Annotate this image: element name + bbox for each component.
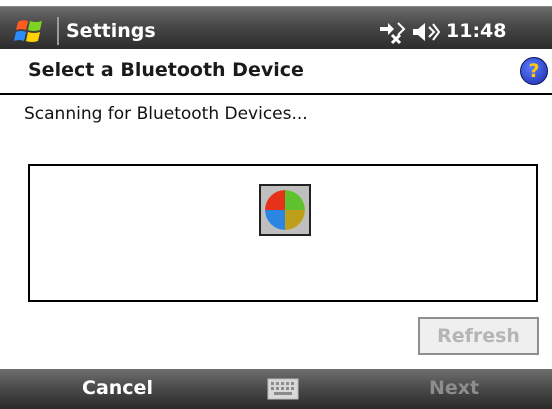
title-separator (57, 17, 59, 45)
device-list[interactable] (28, 164, 538, 302)
clock[interactable]: 11:48 (446, 17, 506, 45)
help-icon[interactable]: ? (520, 57, 548, 85)
page-header: Select a Bluetooth Device ? (0, 49, 552, 95)
page-title: Select a Bluetooth Device (28, 59, 304, 81)
app-title: Settings (66, 20, 156, 42)
soft-key-bar: Cancel Next (0, 369, 552, 409)
volume-icon[interactable] (410, 19, 440, 45)
cancel-button[interactable]: Cancel (82, 377, 153, 399)
scanning-status: Scanning for Bluetooth Devices... (24, 104, 308, 124)
title-bar: Settings 11:48 (0, 6, 552, 50)
refresh-button[interactable]: Refresh (418, 317, 539, 355)
keyboard-icon[interactable] (267, 378, 299, 400)
scanning-pie-graphic (265, 190, 305, 230)
scanning-icon (259, 184, 311, 236)
connectivity-icon[interactable] (376, 19, 408, 45)
next-button[interactable]: Next (429, 377, 479, 399)
windows-start-icon[interactable] (12, 16, 50, 46)
